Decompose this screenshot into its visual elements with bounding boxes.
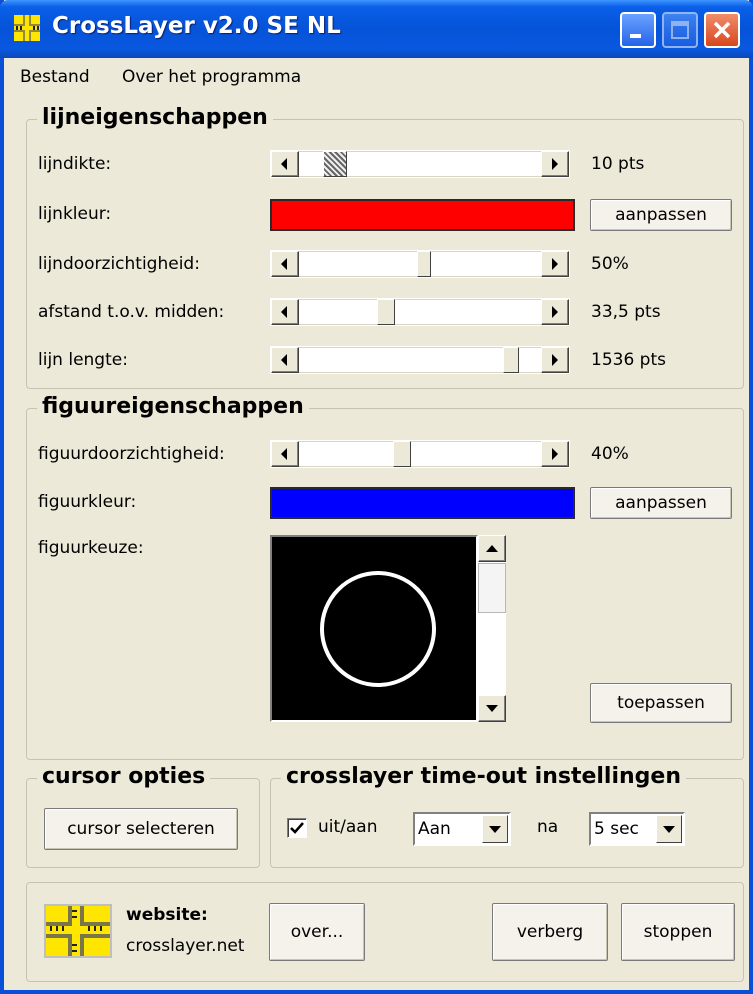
arrow-left-icon	[281, 354, 287, 366]
center-distance-track[interactable]	[299, 299, 541, 325]
line-length-left-button[interactable]	[271, 347, 299, 373]
select-cursor-button[interactable]: cursor selecteren	[44, 808, 238, 850]
line-length-label: lijn lengte:	[38, 350, 128, 370]
arrow-right-icon	[552, 448, 558, 460]
maximize-button[interactable]	[662, 12, 698, 48]
arrow-left-icon	[281, 158, 287, 170]
timeout-delay-select[interactable]: 5 sec	[589, 812, 685, 846]
circle-shape-icon	[320, 571, 436, 687]
line-length-value: 1536 pts	[591, 350, 666, 370]
arrow-right-icon	[552, 354, 558, 366]
shape-transparency-slider[interactable]	[270, 440, 570, 468]
shape-list-scrollbar[interactable]	[478, 535, 506, 722]
timeout-checkbox-label: uit/aan	[318, 817, 378, 837]
stop-button[interactable]: stoppen	[621, 903, 735, 961]
close-icon	[713, 21, 731, 39]
crosslayer-app-icon[interactable]	[14, 15, 40, 41]
arrow-left-icon	[281, 448, 287, 460]
center-distance-right-button[interactable]	[541, 299, 569, 325]
minimize-button[interactable]	[620, 12, 656, 48]
title-bar[interactable]: CrossLayer v2.0 SE NL	[0, 0, 753, 58]
website-label: website:	[126, 905, 208, 925]
chevron-down-icon	[489, 826, 501, 833]
line-transparency-slider[interactable]	[270, 250, 570, 278]
apply-button[interactable]: toepassen	[590, 683, 732, 723]
center-distance-slider[interactable]	[270, 298, 570, 326]
app-window: CrossLayer v2.0 SE NL Bestand Over het p…	[0, 0, 753, 994]
arrow-right-icon	[552, 158, 558, 170]
center-distance-value: 33,5 pts	[591, 302, 661, 322]
shape-transparency-right-button[interactable]	[541, 441, 569, 467]
line-width-thumb[interactable]	[323, 151, 347, 177]
menu-bestand[interactable]: Bestand	[20, 67, 90, 87]
arrow-right-icon	[552, 258, 558, 270]
timeout-checkbox[interactable]	[287, 818, 307, 838]
timeout-mode-select[interactable]: Aan	[413, 812, 511, 846]
website-link[interactable]: crosslayer.net	[126, 936, 244, 956]
arrow-right-icon	[552, 306, 558, 318]
line-color-label: lijnkleur:	[38, 204, 112, 224]
shape-list-up-button[interactable]	[478, 535, 506, 562]
about-button[interactable]: over...	[269, 903, 365, 961]
line-transparency-right-button[interactable]	[541, 251, 569, 277]
cursor-options-title: cursor opties	[37, 764, 211, 789]
center-distance-thumb[interactable]	[377, 299, 395, 325]
timeout-delay-dropdown-button[interactable]	[656, 815, 682, 843]
line-width-slider[interactable]	[270, 150, 570, 178]
shape-color-adjust-button[interactable]: aanpassen	[590, 487, 732, 519]
close-button[interactable]	[704, 12, 740, 48]
shape-color-label: figuurkleur:	[38, 492, 137, 512]
window-title: CrossLayer v2.0 SE NL	[52, 13, 341, 39]
timeout-settings-title: crosslayer time-out instellingen	[281, 764, 687, 789]
arrow-left-icon	[281, 306, 287, 318]
shape-color-swatch	[270, 487, 575, 519]
shape-transparency-track[interactable]	[299, 441, 541, 467]
after-label: na	[537, 817, 559, 837]
line-color-adjust-button[interactable]: aanpassen	[590, 199, 732, 231]
minimize-icon	[630, 34, 641, 38]
checkmark-icon	[290, 822, 304, 834]
line-properties-title: lijneigenschappen	[37, 105, 273, 130]
shape-list-thumb[interactable]	[478, 563, 506, 613]
timeout-delay-value: 5 sec	[594, 819, 639, 839]
line-transparency-label: lijndoorzichtigheid:	[38, 254, 200, 274]
line-length-thumb[interactable]	[503, 347, 519, 373]
menu-over-het-programma[interactable]: Over het programma	[122, 67, 301, 87]
arrow-down-icon	[486, 705, 498, 712]
crosslayer-logo-icon	[44, 904, 112, 958]
shape-transparency-thumb[interactable]	[393, 441, 411, 467]
line-width-value: 10 pts	[591, 154, 645, 174]
shape-choice-label: figuurkeuze:	[38, 538, 144, 558]
arrow-up-icon	[486, 545, 498, 552]
center-distance-left-button[interactable]	[271, 299, 299, 325]
shape-transparency-left-button[interactable]	[271, 441, 299, 467]
line-width-label: lijndikte:	[38, 154, 112, 174]
maximize-icon	[671, 21, 689, 39]
line-width-left-button[interactable]	[271, 151, 299, 177]
line-transparency-thumb[interactable]	[417, 251, 431, 277]
line-length-right-button[interactable]	[541, 347, 569, 373]
arrow-left-icon	[281, 258, 287, 270]
line-transparency-left-button[interactable]	[271, 251, 299, 277]
shape-transparency-value: 40%	[591, 444, 629, 464]
shape-properties-title: figuureigenschappen	[37, 394, 309, 419]
timeout-mode-value: Aan	[418, 819, 451, 839]
line-transparency-value: 50%	[591, 254, 629, 274]
hide-button[interactable]: verberg	[492, 903, 608, 961]
shape-list-down-button[interactable]	[478, 695, 506, 722]
center-distance-label: afstand t.o.v. midden:	[38, 302, 225, 322]
line-width-right-button[interactable]	[541, 151, 569, 177]
line-length-slider[interactable]	[270, 346, 570, 374]
line-color-swatch	[270, 199, 575, 231]
chevron-down-icon	[663, 826, 675, 833]
menu-bar: Bestand Over het programma	[4, 58, 749, 96]
timeout-mode-dropdown-button[interactable]	[482, 815, 508, 843]
shape-preview[interactable]	[270, 535, 478, 722]
shape-transparency-label: figuurdoorzichtigheid:	[38, 444, 225, 464]
